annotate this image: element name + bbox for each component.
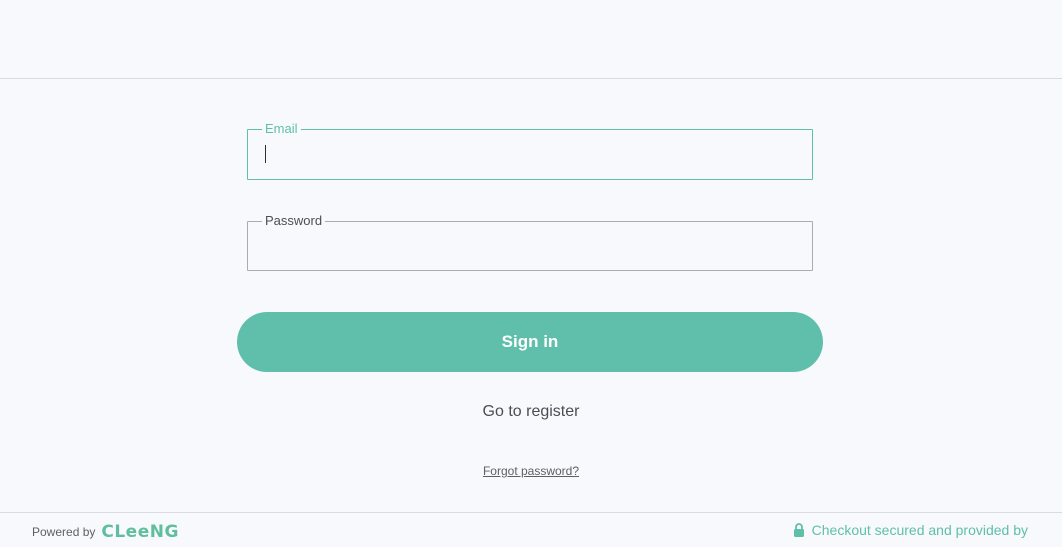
checkout-secured: Checkout secured and provided by [793,522,1028,538]
login-page: Email Password Sign in Go to register Fo… [0,0,1062,547]
email-field[interactable]: Email [247,121,813,180]
text-caret [265,145,266,163]
powered-by: Powered by CLeeNG [32,522,179,542]
password-field[interactable]: Password [247,213,813,271]
email-input[interactable] [248,130,812,179]
lock-icon [793,523,805,537]
go-to-register-link[interactable]: Go to register [0,403,1062,421]
footer-divider [0,512,1062,513]
checkout-secured-label: Checkout secured and provided by [811,522,1028,538]
password-input[interactable] [248,222,812,270]
sign-in-button[interactable]: Sign in [237,312,823,372]
forgot-password-link[interactable]: Forgot password? [0,464,1062,478]
header-divider [0,78,1062,79]
powered-by-label: Powered by [32,525,96,539]
cleeng-logo: CLeeNG [101,522,179,542]
